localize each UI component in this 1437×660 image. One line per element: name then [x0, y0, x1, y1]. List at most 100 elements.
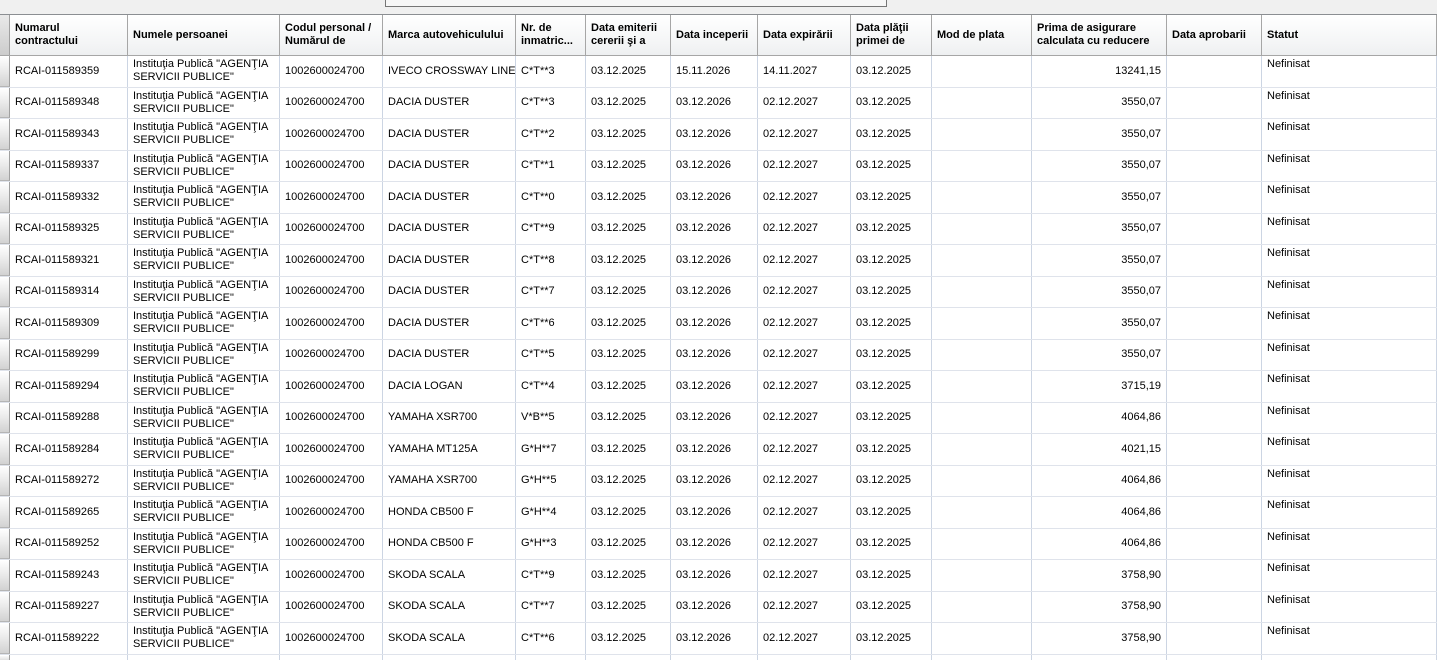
cell-vehicle[interactable]: DACIA DUSTER: [383, 276, 516, 307]
cell-date_start[interactable]: 03.12.2026: [671, 371, 758, 402]
cell-payment_mode[interactable]: [932, 528, 1032, 559]
cell-person[interactable]: Instituţia Publică "AGENŢIA SERVICII PUB…: [128, 623, 280, 654]
table-row[interactable]: RCAI-011589227 Instituţia Publică "AGENŢI…: [0, 591, 1437, 623]
cell-contract[interactable]: RCAI-011589294: [10, 371, 128, 402]
row-indicator[interactable]: [0, 371, 10, 402]
cell-plate[interactable]: C*T**9: [516, 213, 586, 244]
cell-person[interactable]: Instituţia Publică "AGENŢIA SERVICII PUB…: [128, 402, 280, 433]
cell-code[interactable]: 1002600024700: [280, 213, 383, 244]
table-row[interactable]: RCAI-011589332 Instituţia Publică "AGENŢI…: [0, 182, 1437, 214]
table-row[interactable]: RCAI-011589294 Instituţia Publică "AGENŢI…: [0, 371, 1437, 403]
cell-plate[interactable]: C*T**6: [516, 308, 586, 339]
cell-date_request[interactable]: 03.12.2025: [586, 497, 671, 528]
table-row[interactable]: RCAI-011589222 Instituţia Publică "AGENŢI…: [0, 623, 1437, 655]
cell-vehicle[interactable]: HONDA CB500 F: [383, 497, 516, 528]
cell-code[interactable]: 1002600024700: [280, 339, 383, 370]
cell-contract[interactable]: RCAI-011589359: [10, 56, 128, 87]
cell-date_start[interactable]: 03.12.2026: [671, 276, 758, 307]
cell-date_start[interactable]: 15.11.2026: [671, 56, 758, 87]
cell-plate[interactable]: G*H**7: [516, 434, 586, 465]
cell-code[interactable]: 1002600024700: [280, 465, 383, 496]
cell-code[interactable]: 1002600024700: [280, 434, 383, 465]
row-indicator[interactable]: [0, 245, 10, 276]
cell-status[interactable]: Nefinisat: [1262, 56, 1437, 87]
cell-premium[interactable]: 3758,90: [1032, 560, 1167, 591]
row-indicator[interactable]: [0, 528, 10, 559]
cell-date_expiry[interactable]: 02.12.2027: [758, 245, 851, 276]
column-header-code[interactable]: Codul personal / Numărul de: [280, 15, 383, 55]
cell-premium[interactable]: 3550,07: [1032, 245, 1167, 276]
cell-premium[interactable]: 3550,07: [1032, 339, 1167, 370]
cell-person[interactable]: Instituţia Publică "AGENŢIA SERVICII PUB…: [128, 150, 280, 181]
cell-status[interactable]: Nefinisat: [1262, 371, 1437, 402]
cell-date_approval[interactable]: [1167, 371, 1262, 402]
cell-status[interactable]: Nefinisat: [1262, 623, 1437, 654]
column-header-plate[interactable]: Nr. de inmatric...: [516, 15, 586, 55]
cell-date_payment[interactable]: 03.12.2025: [851, 308, 932, 339]
cell-contract[interactable]: RCAI-011589321: [10, 245, 128, 276]
cell-date_request[interactable]: 03.12.2025: [586, 119, 671, 150]
cell-plate[interactable]: C*T**3: [516, 87, 586, 118]
cell-date_approval[interactable]: [1167, 465, 1262, 496]
cell-date_start[interactable]: 03.12.2026: [671, 245, 758, 276]
table-row[interactable]: RCAI-011589325 Instituţia Publică "AGENŢI…: [0, 213, 1437, 245]
cell-date_payment[interactable]: 03.12.2025: [851, 87, 932, 118]
cell-premium[interactable]: 3550,07: [1032, 119, 1167, 150]
cell-person[interactable]: Instituţia Publică "AGENŢIA SERVICII PUB…: [128, 276, 280, 307]
cell-date_request[interactable]: 03.12.2025: [586, 276, 671, 307]
table-row[interactable]: RCAI-011589359 Instituţia Publică "AGENŢI…: [0, 56, 1437, 88]
cell-date_expiry[interactable]: 02.12.2027: [758, 591, 851, 622]
cell-code[interactable]: 1002600024700: [280, 56, 383, 87]
cell-contract[interactable]: RCAI-011589284: [10, 434, 128, 465]
cell-date_request[interactable]: 03.12.2025: [586, 339, 671, 370]
row-indicator[interactable]: [0, 182, 10, 213]
cell-status[interactable]: Nefinisat: [1262, 591, 1437, 622]
cell-date_expiry[interactable]: 14.11.2027: [758, 56, 851, 87]
cell-plate[interactable]: C*T**6: [516, 623, 586, 654]
cell-person[interactable]: Instituţia Publică "AGENŢIA SERVICII PUB…: [128, 308, 280, 339]
table-row[interactable]: RCAI-011589337 Instituţia Publică "AGENŢI…: [0, 150, 1437, 182]
cell-contract[interactable]: RCAI-011589348: [10, 87, 128, 118]
table-row[interactable]: RCAI-011589343 Instituţia Publică "AGENŢI…: [0, 119, 1437, 151]
cell-contract[interactable]: RCAI-011589299: [10, 339, 128, 370]
table-row[interactable]: RCAI-011589272 Instituţia Publică "AGENŢI…: [0, 465, 1437, 497]
cell-contract[interactable]: RCAI-011589332: [10, 182, 128, 213]
table-row[interactable]: RCAI-011589309 Instituţia Publică "AGENŢI…: [0, 308, 1437, 340]
cell-date_approval[interactable]: [1167, 623, 1262, 654]
row-indicator[interactable]: [0, 623, 10, 654]
cell-contract[interactable]: RCAI-011589227: [10, 591, 128, 622]
cell-date_request[interactable]: 03.12.2025: [586, 213, 671, 244]
cell-person[interactable]: Instituţia Publică "AGENŢIA SERVICII PUB…: [128, 213, 280, 244]
cell-date_payment[interactable]: 03.12.2025: [851, 560, 932, 591]
cell-date_expiry[interactable]: 02.12.2027: [758, 119, 851, 150]
cell-date_approval[interactable]: [1167, 308, 1262, 339]
cell-vehicle[interactable]: IVECO CROSSWAY LINE...: [383, 56, 516, 87]
cell-date_start[interactable]: 03.12.2026: [671, 87, 758, 118]
cell-code[interactable]: 1002600024700: [280, 308, 383, 339]
cell-code[interactable]: 1002600024700: [280, 497, 383, 528]
cell-plate[interactable]: G*H**4: [516, 497, 586, 528]
cell-date_request[interactable]: 03.12.2025: [586, 560, 671, 591]
row-indicator[interactable]: [0, 402, 10, 433]
cell-status[interactable]: Nefinisat: [1262, 87, 1437, 118]
cell-date_payment[interactable]: 03.12.2025: [851, 591, 932, 622]
cell-premium[interactable]: 4064,86: [1032, 465, 1167, 496]
cell-date_start[interactable]: 03.12.2026: [671, 591, 758, 622]
cell-premium[interactable]: 3550,07: [1032, 213, 1167, 244]
cell-person[interactable]: Instituţia Publică "AGENŢIA SERVICII PUB…: [128, 371, 280, 402]
column-header-payment_mode[interactable]: Mod de plata: [932, 15, 1032, 55]
cell-plate[interactable]: C*T**7: [516, 591, 586, 622]
cell-date_start[interactable]: 03.12.2026: [671, 434, 758, 465]
cell-date_approval[interactable]: [1167, 119, 1262, 150]
cell-vehicle[interactable]: HONDA CB500 F: [383, 528, 516, 559]
cell-code[interactable]: 1002600024700: [280, 276, 383, 307]
cell-vehicle[interactable]: SKODA SCALA: [383, 591, 516, 622]
cell-vehicle[interactable]: DACIA DUSTER: [383, 339, 516, 370]
cell-payment_mode[interactable]: [932, 150, 1032, 181]
cell-date_start[interactable]: 03.12.2026: [671, 308, 758, 339]
cell-code[interactable]: 1002600024700: [280, 591, 383, 622]
table-row[interactable]: RCAI-011589299 Instituţia Publică "AGENŢI…: [0, 339, 1437, 371]
column-header-person[interactable]: Numele persoanei: [128, 15, 280, 55]
cell-person[interactable]: Instituţia Publică "AGENŢIA SERVICII PUB…: [128, 434, 280, 465]
cell-date_approval[interactable]: [1167, 402, 1262, 433]
